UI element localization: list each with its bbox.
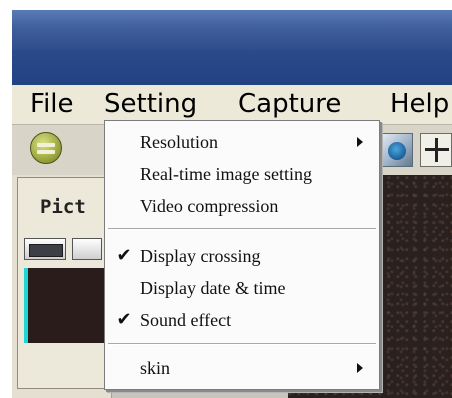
menu-item-label: Video compression bbox=[140, 196, 279, 216]
menu-item-label: Display date & time bbox=[140, 278, 286, 298]
check-icon: ✔ bbox=[116, 245, 132, 266]
triangle-right-icon bbox=[357, 137, 363, 147]
setting-dropdown-menu: Resolution Real-time image setting Video… bbox=[104, 120, 380, 390]
menu-item-resolution[interactable]: Resolution bbox=[105, 127, 379, 157]
check-icon: ✔ bbox=[116, 309, 132, 330]
menu-item-skin[interactable]: skin bbox=[105, 353, 379, 383]
panel-title: Pict bbox=[40, 196, 86, 218]
menu-item-label: skin bbox=[140, 358, 171, 378]
menu-separator bbox=[108, 343, 376, 345]
menu-item-display-crossing[interactable]: ✔ Display crossing bbox=[105, 241, 379, 271]
menu-item-label: Display crossing bbox=[140, 246, 261, 266]
menu-capture[interactable]: Capture bbox=[238, 87, 341, 121]
menu-item-real-time-image-setting[interactable]: Real-time image setting bbox=[105, 159, 379, 189]
title-bar bbox=[12, 10, 452, 50]
menu-separator bbox=[108, 228, 376, 230]
panel-second-button[interactable] bbox=[72, 238, 102, 260]
minus-circle-icon[interactable] bbox=[30, 132, 62, 164]
menu-help[interactable]: Help bbox=[390, 87, 449, 121]
menu-item-label: Sound effect bbox=[140, 310, 232, 330]
plus-icon[interactable] bbox=[420, 133, 452, 167]
menu-item-display-date-time[interactable]: Display date & time bbox=[105, 273, 379, 303]
picture-panel: Pict bbox=[12, 175, 112, 398]
title-bar-band bbox=[12, 50, 452, 85]
menu-setting[interactable]: Setting bbox=[104, 87, 197, 121]
menu-item-video-compression[interactable]: Video compression bbox=[105, 191, 379, 221]
menu-item-label: Real-time image setting bbox=[140, 164, 312, 184]
thumbnail-preview[interactable] bbox=[24, 268, 104, 343]
triangle-right-icon bbox=[357, 363, 363, 373]
picture-panel-frame: Pict bbox=[17, 177, 107, 389]
menu-bar: File Setting Capture Help bbox=[12, 85, 452, 125]
menu-file[interactable]: File bbox=[30, 87, 74, 121]
camera-icon[interactable] bbox=[379, 133, 413, 167]
menu-item-label: Resolution bbox=[140, 132, 219, 152]
menu-item-sound-effect[interactable]: ✔ Sound effect bbox=[105, 305, 379, 335]
panel-view-button[interactable] bbox=[24, 238, 66, 260]
